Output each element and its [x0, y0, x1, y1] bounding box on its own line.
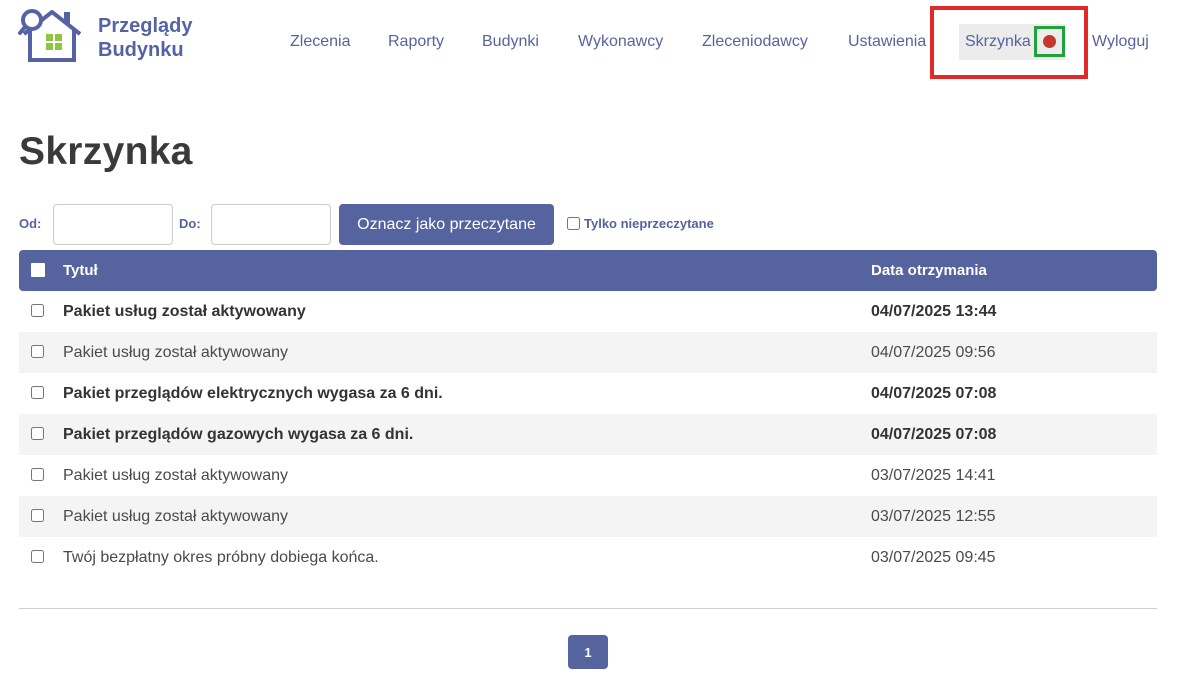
table-row[interactable]: Pakiet usług został aktywowany 04/07/202… — [19, 291, 1157, 332]
date-to-input[interactable] — [211, 204, 331, 245]
inbox-highlight-box — [930, 6, 1088, 79]
table-row[interactable]: Pakiet usług został aktywowany 04/07/202… — [19, 332, 1157, 373]
date-from-input[interactable] — [53, 204, 173, 245]
row-checkbox[interactable] — [31, 427, 44, 440]
nav-item-zlecenia[interactable]: Zlecenia — [290, 24, 350, 60]
table-row[interactable]: Pakiet przeglądów gazowych wygasa za 6 d… — [19, 414, 1157, 455]
nav-item-wykonawcy[interactable]: Wykonawcy — [578, 24, 663, 60]
unread-only-checkbox[interactable] — [567, 217, 580, 230]
table-row[interactable]: Pakiet usług został aktywowany 03/07/202… — [19, 455, 1157, 496]
nav-item-budynki[interactable]: Budynki — [482, 24, 539, 60]
message-date: 04/07/2025 07:08 — [871, 385, 997, 402]
select-all-checkbox[interactable] — [31, 263, 45, 277]
message-title[interactable]: Pakiet usług został aktywowany — [63, 496, 288, 537]
table-row[interactable]: Pakiet usług został aktywowany 03/07/202… — [19, 496, 1157, 537]
message-title[interactable]: Twój bezpłatny okres próbny dobiega końc… — [63, 537, 379, 578]
message-date: 04/07/2025 07:08 — [871, 426, 997, 443]
message-title[interactable]: Pakiet przeglądów elektrycznych wygasa z… — [63, 373, 443, 414]
unread-only-filter[interactable]: Tylko nieprzeczytane — [567, 216, 714, 231]
table-body: Pakiet usług został aktywowany 04/07/202… — [19, 291, 1157, 578]
nav-item-zleceniodawcy[interactable]: Zleceniodawcy — [702, 24, 808, 60]
table-row[interactable]: Twój bezpłatny okres próbny dobiega końc… — [19, 537, 1157, 578]
date-to-label: Do: — [179, 216, 201, 231]
row-checkbox[interactable] — [31, 386, 44, 399]
nav-item-wyloguj[interactable]: Wyloguj — [1092, 24, 1149, 60]
message-title[interactable]: Pakiet usług został aktywowany — [63, 291, 306, 332]
row-checkbox[interactable] — [31, 304, 44, 317]
page-title: Skrzynka — [19, 130, 193, 173]
row-checkbox[interactable] — [31, 345, 44, 358]
mark-as-read-button[interactable]: Oznacz jako przeczytane — [339, 204, 554, 245]
message-title[interactable]: Pakiet przeglądów gazowych wygasa za 6 d… — [63, 414, 413, 455]
table-header: Tytuł Data otrzymania — [19, 250, 1157, 291]
unread-only-label: Tylko nieprzeczytane — [584, 216, 714, 231]
date-from-label: Od: — [19, 216, 42, 231]
row-checkbox[interactable] — [31, 509, 44, 522]
row-checkbox[interactable] — [31, 468, 44, 481]
pagination-page-button[interactable]: 1 — [568, 635, 608, 669]
table-row[interactable]: Pakiet przeglądów elektrycznych wygasa z… — [19, 373, 1157, 414]
row-checkbox[interactable] — [31, 550, 44, 563]
column-header-date[interactable]: Data otrzymania — [871, 250, 987, 291]
message-date: 04/07/2025 13:44 — [871, 303, 997, 320]
nav-item-ustawienia[interactable]: Ustawienia — [848, 24, 926, 60]
table-divider — [19, 608, 1157, 609]
column-header-title[interactable]: Tytuł — [63, 250, 98, 291]
message-date: 03/07/2025 12:55 — [871, 508, 996, 525]
message-date: 03/07/2025 14:41 — [871, 467, 996, 484]
nav-item-raporty[interactable]: Raporty — [388, 24, 444, 60]
message-title[interactable]: Pakiet usług został aktywowany — [63, 332, 288, 373]
message-title[interactable]: Pakiet usług został aktywowany — [63, 455, 288, 496]
inbox-table: Tytuł Data otrzymania Pakiet usług zosta… — [19, 250, 1157, 578]
message-date: 03/07/2025 09:45 — [871, 549, 996, 566]
message-date: 04/07/2025 09:56 — [871, 344, 996, 361]
